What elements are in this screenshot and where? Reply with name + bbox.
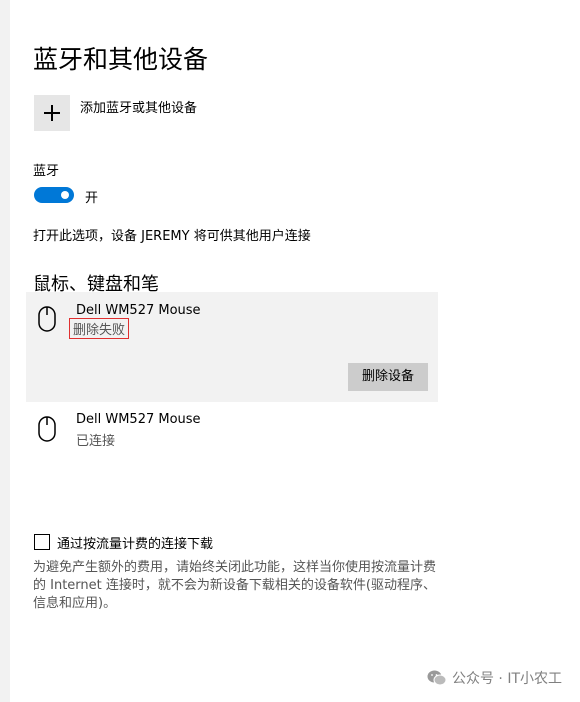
remove-device-button[interactable]: 删除设备 [348,363,428,391]
mouse-icon [38,416,56,442]
page-title: 蓝牙和其他设备 [33,45,209,74]
bluetooth-toggle[interactable] [34,187,74,203]
device-name: Dell WM527 Mouse [76,303,201,318]
metered-download-label[interactable]: 通过按流量计费的连接下载 [57,533,213,552]
device-item-expanded[interactable]: Dell WM527 Mouse 删除失败 删除设备 [26,292,438,402]
wechat-icon [427,670,447,686]
add-device-button[interactable] [34,95,70,131]
metered-description: 为避免产生额外的费用，请始终关闭此功能，这样当你使用按流量计费的 Interne… [33,560,437,611]
watermark-text: 公众号 · IT小农工 [451,671,562,687]
metered-download-checkbox[interactable] [34,534,50,550]
toggle-knob [61,191,69,199]
bluetooth-heading: 蓝牙 [33,164,60,179]
mouse-icon [38,306,56,332]
bluetooth-description: 打开此选项，设备 JEREMY 将可供其他用户连接 [33,229,311,244]
add-device-label[interactable]: 添加蓝牙或其他设备 [80,97,197,116]
device-status: 已连接 [76,434,116,449]
device-status-error: 删除失败 [69,318,130,339]
watermark: 公众号 · IT小农工 [427,668,562,688]
bluetooth-toggle-state: 开 [85,191,99,206]
device-name: Dell WM527 Mouse [76,412,201,427]
left-edge-strip [0,0,10,702]
